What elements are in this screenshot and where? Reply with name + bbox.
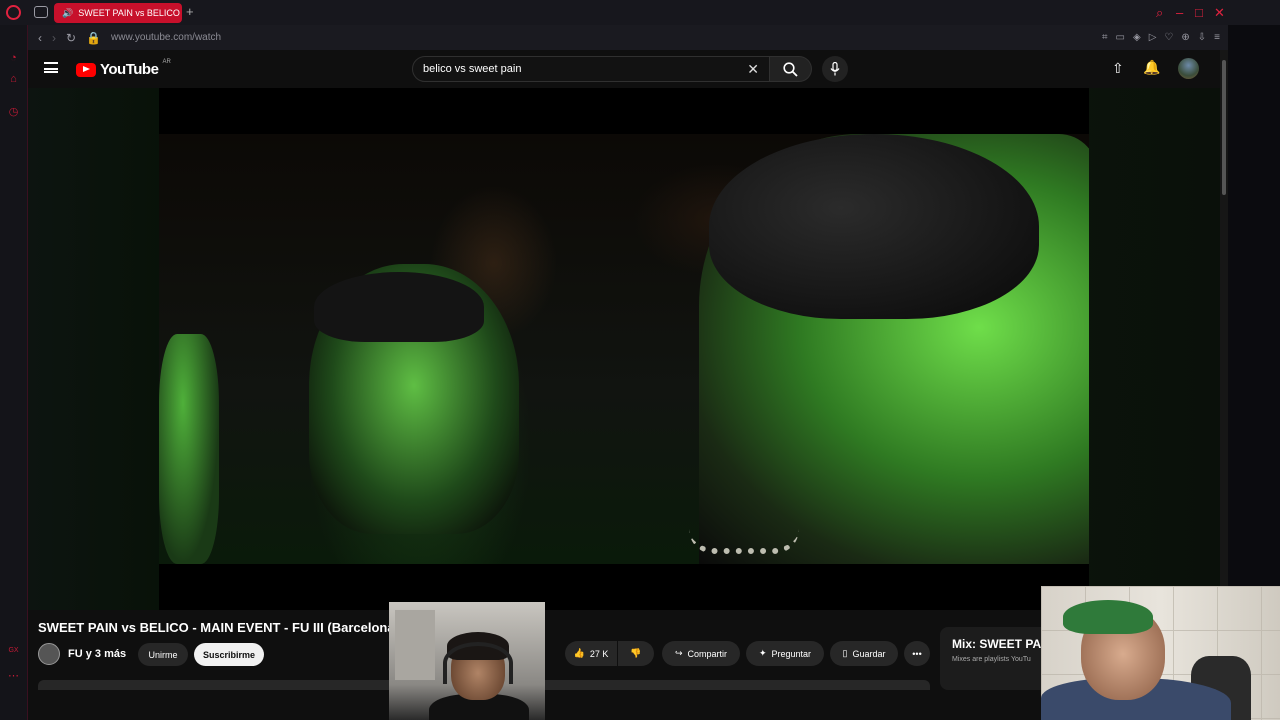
browser-tab[interactable]: 🔊 SWEET PAIN vs BELICO <box>54 3 182 23</box>
save-button[interactable]: ▯ Guardar <box>830 641 898 666</box>
lock-icon: 🔒 <box>86 30 102 45</box>
minimize-button[interactable]: – <box>1176 5 1183 20</box>
youtube-logo[interactable]: YouTube AR <box>76 59 171 78</box>
browser-sidebar: ◔ ⌂ ◷ GX ⋯ <box>0 25 28 720</box>
ask-button[interactable]: ✦ Preguntar <box>746 641 824 666</box>
search-icon <box>783 61 798 77</box>
hamburger-menu-icon[interactable] <box>44 62 58 73</box>
speaker-icon[interactable]: 🔊 <box>62 8 73 19</box>
address-bar-actions: ⌗ ▭ ◈ ▷ ♡ ⊕ ⇩ ≡ <box>1102 32 1220 43</box>
close-window-button[interactable]: ✕ <box>1214 5 1225 21</box>
youtube-header: YouTube AR belico vs sweet pain ✕ ⇧ 🔔 <box>28 50 1220 88</box>
webcam-headset <box>443 642 513 684</box>
subscribe-button[interactable]: Suscribirme <box>194 643 264 666</box>
video-player[interactable] <box>159 88 1089 610</box>
clear-search-icon[interactable]: ✕ <box>747 61 759 78</box>
reload-button[interactable]: ↻ <box>66 31 76 45</box>
messenger-icon[interactable]: ⌂ <box>7 73 20 86</box>
shield-icon[interactable]: ◈ <box>1133 32 1141 43</box>
join-button[interactable]: Unirme <box>138 643 188 666</box>
scrollbar-thumb[interactable] <box>1222 60 1226 195</box>
mix-title: Mix: SWEET PA <box>952 637 1042 651</box>
workspaces-icon[interactable] <box>34 6 48 18</box>
share-button[interactable]: ↪ Compartir <box>662 641 740 666</box>
mix-subtitle: Mixes are playlists YouTu <box>952 656 1031 663</box>
channel-name[interactable]: FU y 3 más <box>68 648 126 660</box>
webcam-overlay-right <box>1041 586 1280 720</box>
thumbs-up-icon: 👍 <box>573 648 585 658</box>
browser-tab-bar: 🔊 SWEET PAIN vs BELICO + ⌕ – □ ✕ <box>0 0 1280 25</box>
notifications-bell-icon[interactable]: 🔔 <box>1143 59 1160 76</box>
bookmark-page-icon[interactable]: ▭ <box>1116 32 1125 43</box>
opera-logo-icon[interactable] <box>6 5 21 20</box>
search-tabs-icon[interactable]: ⌕ <box>1156 5 1163 21</box>
back-button[interactable]: ‹ <box>38 31 42 45</box>
voice-search-button[interactable] <box>822 56 848 82</box>
share-label: Compartir <box>687 648 728 659</box>
forward-button[interactable]: › <box>52 31 56 45</box>
download-icon[interactable]: ⇩ <box>1198 32 1206 43</box>
bookmark-icon: ▯ <box>842 648 848 658</box>
like-count: 27 K <box>589 648 609 659</box>
more-actions-button[interactable]: ••• <box>904 641 930 666</box>
new-tab-button[interactable]: + <box>186 4 194 19</box>
frame-cap-left <box>314 272 484 342</box>
webcam-background-poster <box>395 610 435 680</box>
youtube-play-icon <box>76 62 96 77</box>
maximize-button[interactable]: □ <box>1195 5 1203 20</box>
wallet-icon[interactable]: ⊕ <box>1181 32 1189 43</box>
upload-icon[interactable]: ⇧ <box>1112 60 1124 77</box>
share-icon: ↪ <box>674 648 683 658</box>
account-avatar[interactable] <box>1178 58 1199 79</box>
sparkle-icon: ✦ <box>758 648 767 658</box>
player-icon[interactable]: ▷ <box>1149 32 1157 43</box>
search-input[interactable]: belico vs sweet pain ✕ <box>412 56 770 82</box>
tab-title: SWEET PAIN vs BELICO <box>78 8 180 18</box>
save-label: Guardar <box>852 648 886 659</box>
youtube-wordmark: YouTube <box>100 61 159 78</box>
frame-hand <box>159 334 219 564</box>
url-field[interactable]: www.youtube.com/watch <box>111 32 221 43</box>
video-frame <box>159 134 1089 564</box>
sidebar-more-icon[interactable]: ⋯ <box>7 669 20 682</box>
gx-icon[interactable]: GX <box>7 647 20 660</box>
search-button[interactable] <box>770 56 812 82</box>
heart-icon[interactable]: ♡ <box>1164 32 1173 43</box>
easy-setup-icon[interactable]: ≡ <box>1214 32 1220 43</box>
frame-chain <box>689 529 799 554</box>
dislike-button[interactable]: 👎 <box>618 641 654 666</box>
address-bar: ‹ › ↻ 🔒 www.youtube.com/watch ⌗ ▭ ◈ ▷ ♡ … <box>28 25 1228 50</box>
more-dots-icon: ••• <box>912 648 922 659</box>
like-button[interactable]: 👍 27 K <box>565 641 617 666</box>
frame-cap-right <box>709 134 1039 319</box>
microphone-icon <box>830 62 840 76</box>
webcam-overlay-center <box>389 602 545 720</box>
channel-avatar[interactable] <box>38 643 60 665</box>
history-icon[interactable]: ◷ <box>7 105 20 118</box>
region-code: AR <box>162 59 171 65</box>
search-query: belico vs sweet pain <box>423 63 522 75</box>
snapshot-icon[interactable]: ⌗ <box>1102 32 1108 43</box>
ask-label: Preguntar <box>771 648 812 659</box>
webcam-green-cap <box>1063 600 1153 634</box>
thumbs-down-icon: 👎 <box>630 648 642 658</box>
video-title: SWEET PAIN vs BELICO - MAIN EVENT - FU I… <box>38 620 399 635</box>
speed-dial-icon[interactable]: ◔ <box>7 52 20 65</box>
